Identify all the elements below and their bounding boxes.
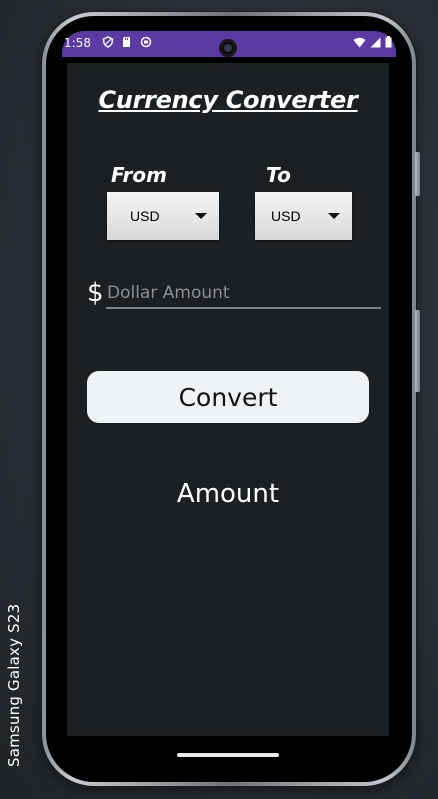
convert-button[interactable]: Convert — [87, 371, 369, 423]
caret-down-icon — [195, 213, 207, 219]
circle-status-icon — [140, 36, 152, 48]
volume-rocker[interactable] — [415, 310, 420, 392]
power-button[interactable] — [415, 152, 420, 196]
sd-card-icon — [123, 37, 130, 47]
from-currency-dropdown[interactable]: USD — [107, 192, 219, 240]
status-system-icons — [353, 36, 392, 48]
dollar-icon: $ — [87, 278, 104, 308]
front-camera — [219, 39, 237, 57]
status-time: 1:58 — [64, 36, 91, 50]
status-notification-icons — [102, 36, 152, 48]
battery-icon — [385, 36, 392, 48]
caret-down-icon — [328, 213, 340, 219]
shield-icon — [102, 36, 114, 48]
dollar-amount-input[interactable] — [106, 281, 381, 309]
from-label: From — [111, 163, 167, 187]
home-indicator[interactable] — [177, 753, 279, 757]
app-screen: Currency Converter From To USD USD $ Con… — [67, 63, 389, 736]
to-currency-value: USD — [271, 208, 301, 224]
page-title: Currency Converter — [98, 86, 358, 114]
wifi-icon — [353, 37, 366, 47]
emulator-backdrop: Samsung Galaxy S23 1:58 Currency Convert… — [0, 0, 438, 799]
to-currency-dropdown[interactable]: USD — [255, 192, 352, 240]
from-currency-value: USD — [130, 208, 160, 224]
conversion-result: Amount — [176, 479, 280, 509]
device-model-label: Samsung Galaxy S23 — [5, 603, 23, 767]
cell-signal-icon — [370, 37, 381, 47]
gesture-navigation-bar — [62, 736, 396, 772]
to-label: To — [266, 163, 291, 187]
